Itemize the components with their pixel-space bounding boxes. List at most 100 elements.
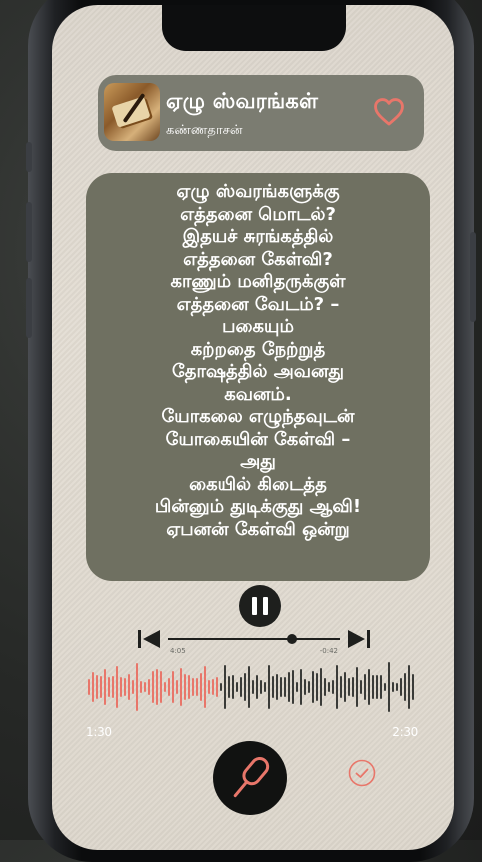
waveform-bar [288, 672, 290, 702]
waveform-bar [224, 664, 226, 710]
waveform-bar [284, 676, 286, 698]
waveform-bar [352, 677, 354, 697]
waveform-bar [112, 676, 114, 698]
waveform-bar [168, 678, 170, 696]
waveform-bar [252, 679, 254, 695]
waveform-bar [380, 674, 382, 700]
lyric-line: யோகையின் கேள்வி – [165, 428, 351, 450]
pause-button[interactable] [239, 585, 281, 627]
waveform-bar [128, 674, 130, 700]
pause-icon [252, 597, 257, 615]
waveform-bar [180, 667, 182, 707]
waveform-bar [292, 669, 294, 705]
skip-next-icon[interactable] [346, 627, 372, 651]
waveform-bar [148, 679, 150, 695]
waveform-bar [364, 673, 366, 701]
record-button[interactable] [213, 741, 287, 815]
waveform-bar [236, 682, 238, 692]
waveform-bar [320, 668, 322, 706]
waveform-bar [296, 682, 298, 692]
mute-switch [26, 142, 32, 172]
waveform-bar [328, 682, 330, 692]
waveform-bar [344, 671, 346, 703]
lyric-line: கவனம். [224, 383, 292, 405]
waveform-bar [376, 675, 378, 699]
recording-waveform[interactable] [88, 661, 418, 713]
waveform-bar [136, 662, 138, 712]
camera-notch [162, 5, 346, 51]
waveform-bar [332, 679, 334, 695]
waveform-bar [268, 665, 270, 709]
waveform-bar [316, 672, 318, 702]
lyric-line: பின்னும் துடிக்குது ஆவி! [154, 496, 362, 517]
waveform-bar [404, 673, 406, 701]
lyric-line: கற்றதை நேற்றுத் [190, 338, 326, 360]
power-button [470, 232, 476, 322]
waveform-bar [96, 675, 98, 699]
check-circle-icon[interactable] [347, 758, 377, 788]
lyric-line: எத்தனை கேள்வி? [183, 248, 333, 270]
waveform-bar [408, 665, 410, 709]
waveform-bar [200, 673, 202, 701]
seek-track[interactable] [168, 638, 340, 640]
waveform-bar [132, 679, 134, 695]
waveform-bar [360, 679, 362, 695]
lyrics-text: ஏழு ஸ்வரங்களுக்கு எத்தனை மொடல்? இதயச் சுரங… [86, 181, 430, 541]
microphone-icon [233, 757, 270, 798]
record-start-time: 1:30 [86, 725, 112, 739]
waveform-bar [160, 671, 162, 703]
waveform-bar [212, 678, 214, 696]
waveform-bar [164, 682, 166, 692]
waveform-bar [276, 674, 278, 700]
waveform-bar [400, 678, 402, 696]
waveform-bar [216, 677, 218, 697]
seek-handle[interactable] [286, 634, 297, 644]
album-art [104, 83, 160, 141]
lyric-line: அது [240, 451, 276, 472]
waveform-bar [176, 679, 178, 695]
now-playing-header[interactable]: ஏழு ஸ்வரங்கள் கண்ணதாசன் [98, 75, 424, 151]
waveform-bar [304, 679, 306, 695]
lyric-line: ஏழு ஸ்வரங்களுக்கு [176, 181, 340, 202]
waveform-bar [244, 672, 246, 702]
waveform-bar [104, 668, 106, 706]
waveform-bar [248, 666, 250, 708]
lyric-line: எத்தனை வேடம்? – [176, 293, 340, 315]
lyric-line: தோஷத்தில் அவனது [171, 361, 345, 382]
waveform-bar [264, 682, 266, 692]
lyric-line: இதயச் சுரங்கத்தில் [182, 226, 334, 247]
waveform-bar [340, 675, 342, 699]
app-screen: ஏழு ஸ்வரங்கள் கண்ணதாசன் ஏழு ஸ்வரங்களுக்க… [52, 5, 454, 850]
lyric-line: கையில் கிடைத்த [189, 473, 327, 495]
waveform-bar [156, 668, 158, 706]
waveform-bar [192, 677, 194, 696]
skip-previous-icon[interactable] [136, 627, 162, 651]
elapsed-time: 4:05 [170, 647, 186, 655]
waveform-bar [368, 668, 370, 706]
waveform-bar [356, 667, 358, 707]
lyric-line: காணும் மனிதருக்குள் [170, 271, 346, 292]
heart-outline-icon[interactable] [372, 95, 406, 129]
lyrics-panel[interactable]: ஏழு ஸ்வரங்களுக்கு எத்தனை மொடல்? இதயச் சுரங… [86, 173, 430, 581]
waveform-bar [124, 678, 126, 696]
waveform-bar [92, 672, 94, 702]
waveform-bar [384, 682, 386, 692]
lyric-line: எத்தனை மொடல்? [180, 203, 336, 225]
waveform-bar [188, 674, 190, 700]
waveform-bar [196, 677, 198, 697]
volume-up-button [26, 202, 32, 262]
waveform-bar [88, 679, 90, 695]
volume-down-button [26, 278, 32, 338]
waveform-bar [396, 682, 398, 692]
lyric-line: ஏபனன் கேள்வி ஒன்று [166, 518, 350, 540]
record-end-time: 2:30 [392, 725, 418, 739]
waveform-bar [392, 681, 394, 693]
waveform-bar [240, 677, 242, 697]
waveform-bar [140, 680, 142, 694]
seek-bar[interactable]: 4:05 -0:42 [136, 625, 372, 655]
waveform-bar [120, 676, 122, 698]
waveform-bar [260, 679, 262, 695]
waveform-bar [312, 671, 314, 703]
waveform-bar [280, 676, 282, 698]
waveform-bar [388, 662, 390, 712]
